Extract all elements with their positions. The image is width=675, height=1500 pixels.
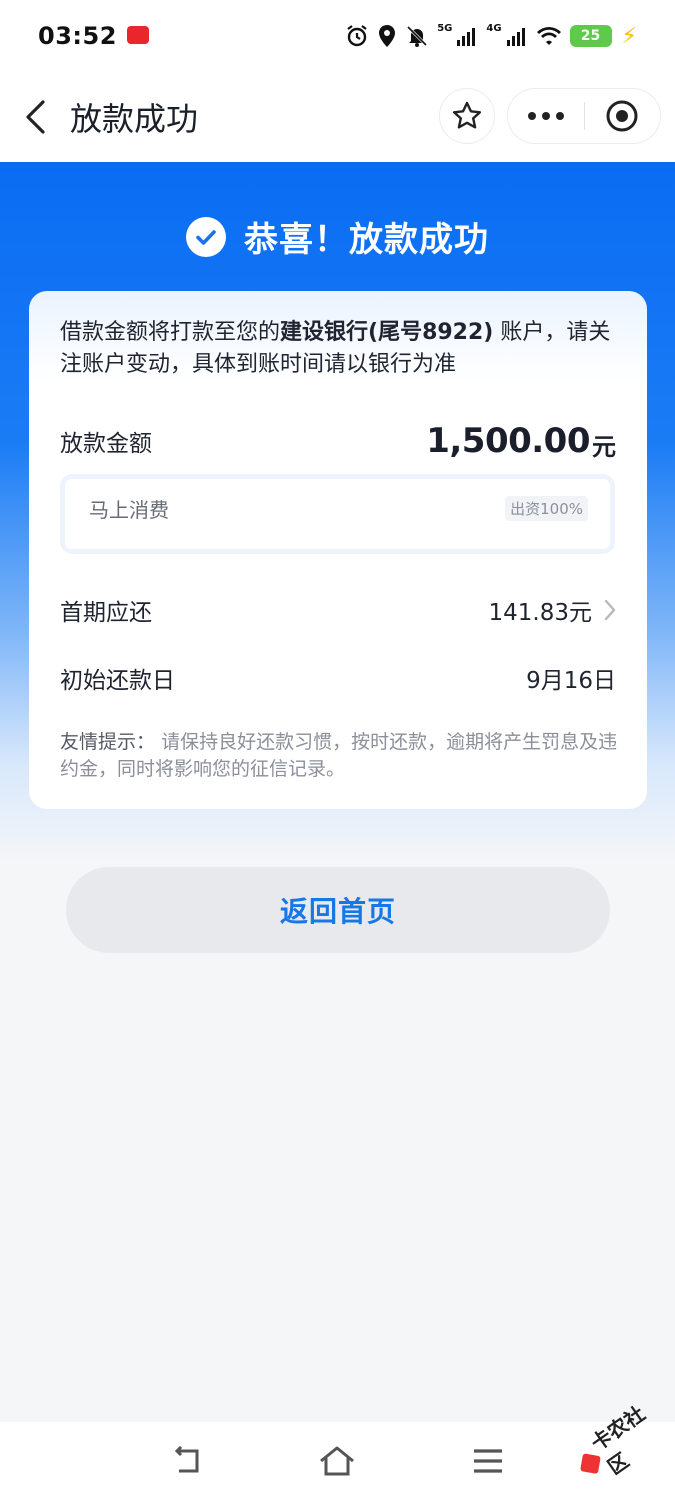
- battery-indicator: 25: [569, 25, 612, 47]
- status-icons: 5G 4G 25 ⚡: [345, 22, 637, 49]
- back-button[interactable]: [0, 72, 70, 162]
- location-icon: [377, 24, 397, 48]
- watermark-logo-icon: [580, 1453, 601, 1475]
- close-miniprogram-button[interactable]: [585, 88, 661, 144]
- back-arrow-icon: [174, 1446, 199, 1473]
- funder-box: 马上消费 出资100%: [60, 474, 615, 554]
- signal-4g-label: 4G: [486, 22, 502, 34]
- first-payment-value-group: 141.83元: [489, 593, 616, 627]
- first-payment-row[interactable]: 首期应还 141.83元: [60, 593, 616, 627]
- tip-label: 友情提示：: [60, 731, 156, 753]
- first-payment-label: 首期应还: [60, 600, 152, 626]
- more-button[interactable]: [508, 88, 584, 144]
- status-bar: 03:52 5G 4G 25 ⚡: [0, 0, 675, 72]
- notice-bank: 建设银行(尾号8922): [280, 320, 494, 345]
- first-payment-value: 141.83元: [488, 600, 592, 626]
- signal-4g-icon: [506, 25, 528, 47]
- status-time: 03:52: [38, 22, 117, 50]
- system-menu-button[interactable]: [468, 1444, 508, 1478]
- chevron-left-icon: [26, 100, 45, 134]
- chevron-right-icon: [604, 599, 616, 621]
- disbursement-notice: 借款金额将打款至您的建设银行(尾号8922) 账户，请关注账户变动，具体到账时间…: [60, 317, 620, 381]
- page-title: 放款成功: [70, 100, 199, 138]
- start-date-value: 9月16日: [526, 668, 616, 694]
- mute-bell-icon: [405, 24, 429, 48]
- amount-row: 放款金额 1,500.00 元: [60, 421, 616, 461]
- menu-lines-icon: [474, 1449, 502, 1473]
- notice-prefix: 借款金额将打款至您的: [60, 320, 281, 345]
- home-icon: [320, 1446, 354, 1476]
- favorite-button[interactable]: [439, 88, 495, 144]
- system-back-button[interactable]: [168, 1444, 208, 1478]
- signal-5g-icon: [456, 25, 478, 47]
- start-date-label: 初始还款日: [60, 668, 175, 694]
- friendly-tip: 友情提示： 请保持良好还款习惯，按时还款，逾期将产生罚息及违约金，同时将影响您的…: [60, 729, 620, 783]
- loan-detail-card: 借款金额将打款至您的建设银行(尾号8922) 账户，请关注账户变动，具体到账时间…: [29, 291, 647, 809]
- amount-unit: 元: [592, 432, 616, 461]
- alarm-icon: [345, 24, 369, 48]
- mini-program-capsule: [507, 88, 661, 144]
- charging-icon: ⚡: [621, 23, 637, 49]
- amount-value: 1,500.00: [426, 421, 590, 461]
- system-home-button[interactable]: [317, 1444, 357, 1478]
- app-notification-icon: [126, 26, 149, 44]
- amount-value-group: 1,500.00 元: [426, 421, 616, 461]
- start-date-row: 初始还款日 9月16日: [60, 661, 616, 695]
- star-icon: [452, 101, 482, 129]
- funder-name: 马上消费: [89, 498, 169, 522]
- more-dots-icon: [527, 112, 564, 120]
- target-circle-icon: [606, 100, 638, 132]
- success-header: 恭喜！放款成功: [0, 212, 675, 261]
- signal-5g-label: 5G: [437, 22, 453, 34]
- return-home-button[interactable]: 返回首页: [66, 867, 610, 953]
- success-title: 恭喜！放款成功: [244, 220, 489, 260]
- wifi-icon: [536, 25, 562, 47]
- funder-share-badge: 出资100%: [505, 496, 588, 521]
- check-circle-icon: [186, 216, 226, 257]
- amount-label: 放款金额: [60, 431, 152, 457]
- navigation-bar: 放款成功: [0, 72, 675, 162]
